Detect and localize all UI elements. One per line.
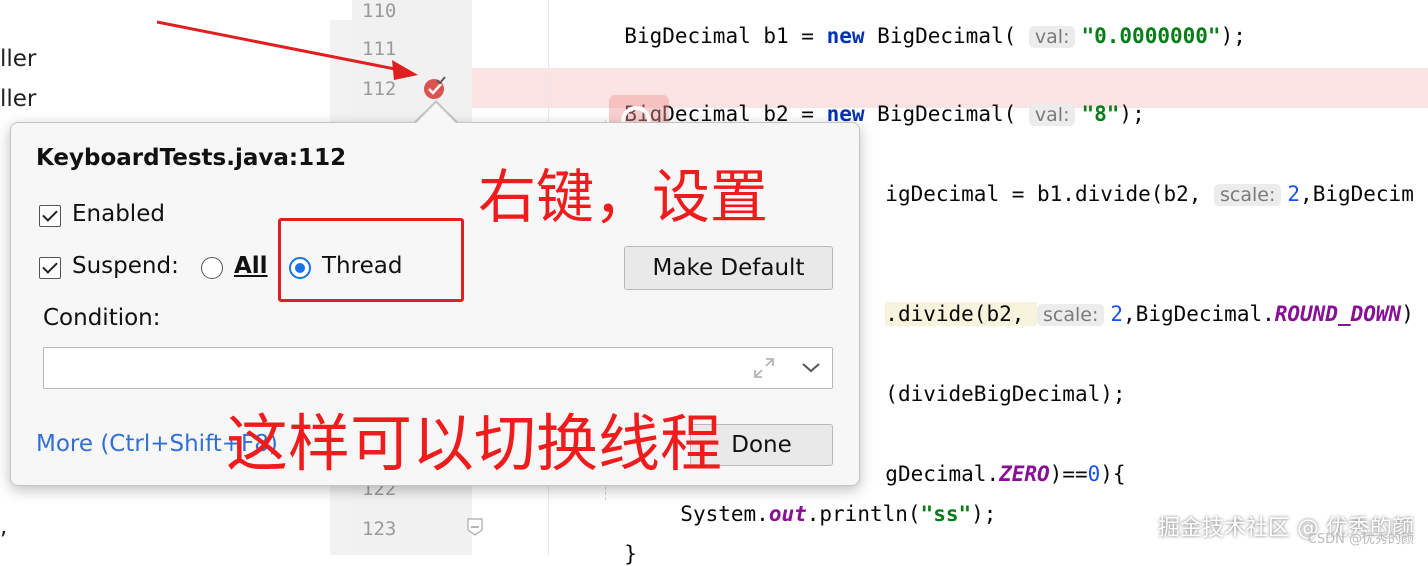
suspend-label[interactable]: Suspend: <box>72 253 179 279</box>
breakpoint-icon[interactable] <box>423 76 447 100</box>
code-line-116[interactable]: .divide(b2, scale: 2,BigDecimal.ROUND_DOW… <box>860 278 1414 326</box>
code-line-123[interactable]: } <box>599 518 637 566</box>
code-line-118[interactable]: (divideBigDecimal); <box>860 358 1125 406</box>
param-hint: val: <box>1028 26 1076 48</box>
annotation-right-click: 右键，设置 <box>478 163 769 231</box>
suspend-all-label[interactable]: All <box>234 253 268 279</box>
param-hint: scale: <box>1037 304 1105 326</box>
enabled-label[interactable]: Enabled <box>72 201 165 227</box>
param-hint: val: <box>1028 104 1076 126</box>
line-number: 111 <box>362 38 397 60</box>
line-number: 110 <box>362 0 397 22</box>
code-line-114[interactable]: igDecimal = b1.divide(b2, scale: 2,BigDec… <box>860 158 1414 206</box>
param-hint: scale: <box>1214 184 1282 206</box>
annotation-highlight-box <box>278 218 464 302</box>
tree-item[interactable]: ller <box>0 46 36 72</box>
popup-pointer-fill <box>414 103 458 125</box>
suspend-all-radio[interactable] <box>201 257 223 279</box>
expand-icon[interactable] <box>752 356 776 380</box>
annotation-switch-thread: 这样可以切换线程 <box>226 407 723 480</box>
tree-item[interactable]: ller <box>0 86 36 112</box>
code-line-110[interactable]: BigDecimal b1 = new BigDecimal( val: "0.0… <box>599 0 1246 48</box>
line-number: 123 <box>362 518 397 540</box>
condition-input[interactable] <box>43 347 833 389</box>
suspend-checkbox[interactable] <box>39 257 61 279</box>
popup-title: KeyboardTests.java:112 <box>36 145 347 171</box>
tree-item[interactable]: , <box>0 514 7 540</box>
chevron-down-icon[interactable] <box>800 356 822 378</box>
code-line-112[interactable]: BigDecimal b2 = new BigDecimal( val: "8")… <box>599 78 1145 126</box>
watermark-sub: CSDN @优秀的颜 <box>1307 532 1414 547</box>
enabled-checkbox[interactable] <box>39 205 61 227</box>
make-default-button[interactable]: Make Default <box>624 246 833 290</box>
condition-label: Condition: <box>43 305 161 331</box>
line-number: 112 <box>362 78 397 100</box>
fold-icon[interactable] <box>466 517 484 537</box>
